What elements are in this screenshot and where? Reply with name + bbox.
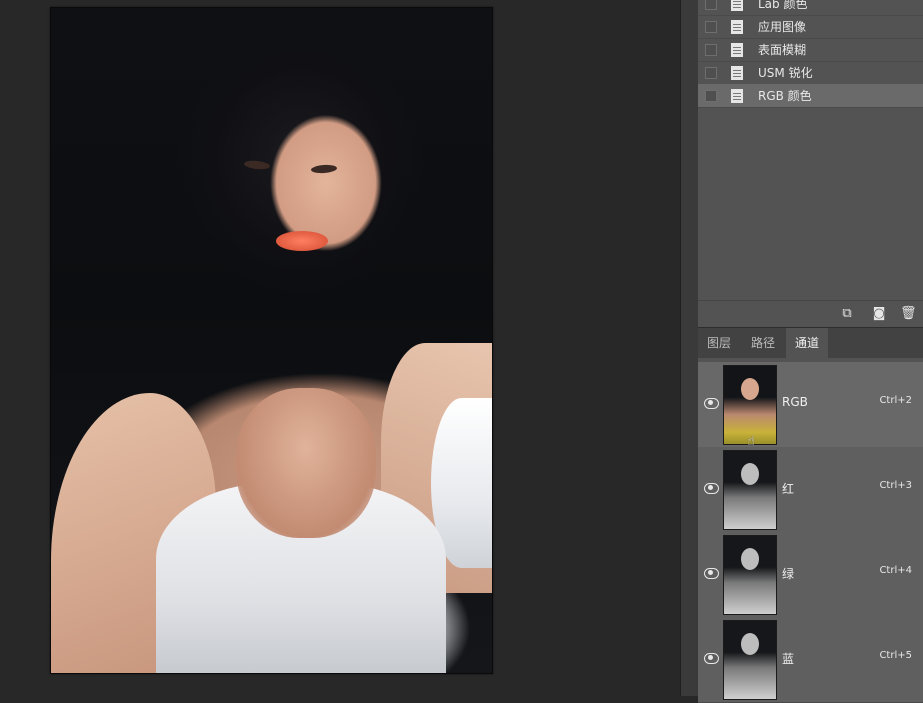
channel-name: 绿 [782, 567, 795, 581]
channel-row-blue[interactable]: 蓝 Ctrl+5 [698, 617, 923, 703]
channel-name: 红 [782, 482, 795, 496]
channel-shortcut: Ctrl+2 [879, 395, 912, 406]
channel-thumbnail [723, 450, 777, 530]
panel-divider-strip[interactable] [680, 0, 699, 696]
history-snapshot-checkbox[interactable] [705, 66, 717, 79]
photo-eye-right [310, 164, 338, 174]
history-state-icon [731, 88, 743, 103]
history-state-icon [731, 42, 743, 57]
history-item-rgb-color[interactable]: RGB 颜色 [698, 84, 923, 108]
trash-icon[interactable]: 🗑 [900, 307, 917, 321]
panel-tabs: 图层 路径 通道 [698, 327, 923, 358]
channel-thumbnail [723, 620, 777, 700]
channel-thumbnail [723, 365, 777, 445]
photo-hands [236, 388, 376, 538]
right-panels: Lab 颜色 应用图像 表面模糊 USM 锐化 RGB 颜色 ⧉ ◙ 🗑 图层 … [698, 0, 923, 703]
history-item-label: Lab 颜色 [758, 0, 808, 11]
channel-name: 蓝 [782, 652, 795, 666]
camera-icon[interactable]: ◙ [872, 307, 886, 321]
history-footer: ⧉ ◙ 🗑 [698, 300, 923, 328]
document-photo[interactable] [50, 7, 493, 674]
hand-cursor-icon: ☝ [747, 434, 755, 449]
tab-layers[interactable]: 图层 [698, 328, 740, 358]
history-item-usm-sharpen[interactable]: USM 锐化 [698, 61, 923, 85]
tab-paths[interactable]: 路径 [742, 328, 784, 358]
history-item-label: 应用图像 [758, 20, 807, 34]
history-state-icon [731, 0, 743, 11]
history-snapshot-checkbox[interactable] [705, 43, 717, 56]
history-snapshot-checkbox[interactable] [705, 20, 717, 33]
canvas-area[interactable] [0, 0, 680, 696]
history-item-label: RGB 颜色 [758, 89, 812, 103]
history-state-icon [731, 19, 743, 34]
history-panel: Lab 颜色 应用图像 表面模糊 USM 锐化 RGB 颜色 ⧉ ◙ 🗑 [698, 0, 923, 328]
history-snapshot-checkbox[interactable] [705, 0, 717, 10]
channel-row-rgb[interactable]: RGB Ctrl+2 [698, 362, 923, 448]
channel-shortcut: Ctrl+5 [879, 650, 912, 661]
channel-shortcut: Ctrl+3 [879, 480, 912, 491]
eye-icon[interactable] [704, 398, 719, 409]
history-item-lab-color[interactable]: Lab 颜色 [698, 0, 923, 16]
history-snapshot-checkbox[interactable] [705, 89, 717, 102]
history-item-label: 表面模糊 [758, 43, 807, 57]
tab-channels[interactable]: 通道 [786, 328, 829, 358]
photo-lips [276, 231, 328, 251]
channels-list: RGB Ctrl+2 红 Ctrl+3 绿 Ctrl+4 蓝 Ctrl+5 [698, 362, 923, 703]
photo-eye-left [243, 159, 271, 171]
channel-thumbnail [723, 535, 777, 615]
history-item-surface-blur[interactable]: 表面模糊 [698, 38, 923, 62]
eye-icon[interactable] [704, 483, 719, 494]
history-state-icon [731, 65, 743, 80]
new-document-from-state-icon[interactable]: ⧉ [840, 307, 854, 321]
eye-icon[interactable] [704, 653, 719, 664]
history-item-apply-image[interactable]: 应用图像 [698, 15, 923, 39]
channel-name: RGB [782, 395, 808, 409]
channel-row-red[interactable]: 红 Ctrl+3 [698, 447, 923, 533]
channel-shortcut: Ctrl+4 [879, 565, 912, 576]
eye-icon[interactable] [704, 568, 719, 579]
channel-row-green[interactable]: 绿 Ctrl+4 [698, 532, 923, 618]
history-item-label: USM 锐化 [758, 66, 813, 80]
